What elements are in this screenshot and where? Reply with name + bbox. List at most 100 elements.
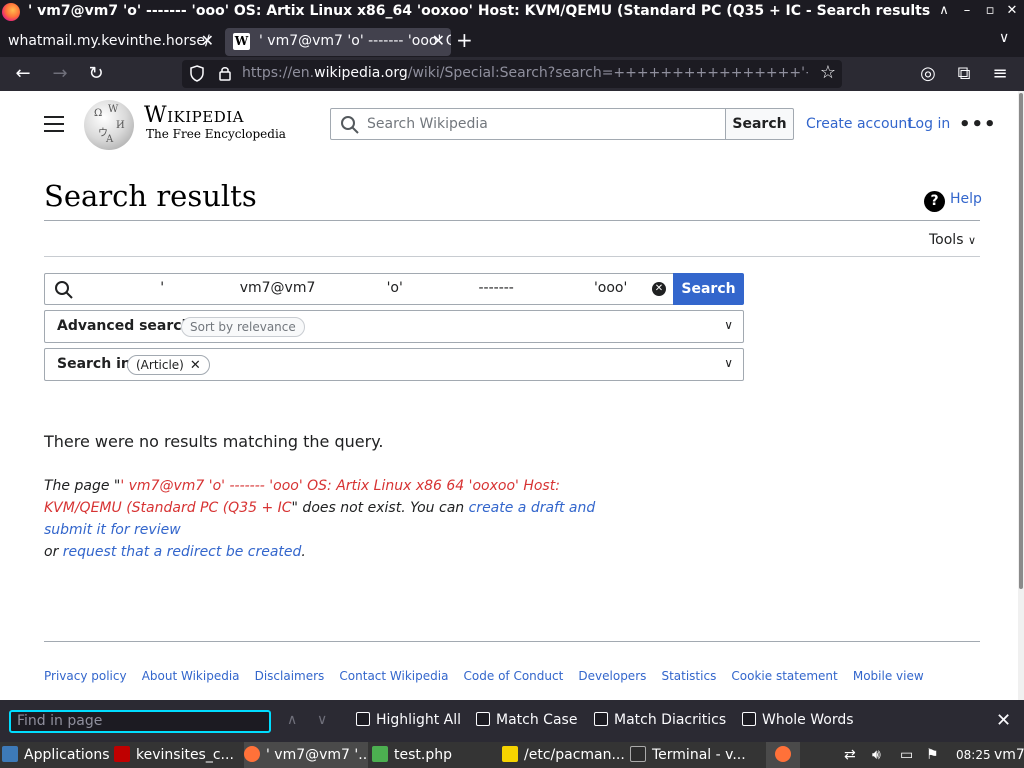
highlight-all-checkbox[interactable]: Highlight All: [356, 712, 461, 728]
search-query-value[interactable]: ' vm7@vm7 'o' ------- 'ooo': [89, 280, 639, 296]
volume-icon[interactable]: 🔊︎: [872, 742, 881, 768]
user-name[interactable]: vm7: [994, 742, 1024, 768]
new-tab-button[interactable]: +: [456, 28, 473, 52]
reload-icon[interactable]: ↻: [85, 63, 107, 85]
close-tab-icon[interactable]: ✕: [432, 28, 445, 54]
find-next-icon[interactable]: ∨: [317, 712, 327, 728]
more-options-icon[interactable]: •••: [959, 114, 997, 135]
back-arrow-icon[interactable]: ←: [12, 63, 34, 85]
footer-link[interactable]: Developers: [578, 669, 646, 683]
checkbox-label: Match Case: [496, 712, 578, 728]
match-case-checkbox[interactable]: Match Case: [476, 712, 577, 728]
url-text[interactable]: https://en.wikipedia.org/wiki/Special:Se…: [242, 65, 808, 81]
search-query-input[interactable]: ' vm7@vm7 'o' ------- 'ooo' ✕: [44, 273, 674, 305]
help-icon[interactable]: ?: [924, 191, 945, 212]
close-window-button[interactable]: ✕: [1003, 2, 1021, 20]
request-redirect-link[interactable]: request that a redirect be created: [63, 544, 302, 560]
footer-link[interactable]: About Wikipedia: [142, 669, 240, 683]
no-results-message: There were no results matching the query…: [44, 432, 384, 451]
footer-link[interactable]: Contact Wikipedia: [339, 669, 448, 683]
scrollbar-thumb[interactable]: [1019, 93, 1023, 589]
chip-label: (Article): [136, 358, 184, 372]
account-icon[interactable]: ◎: [917, 63, 939, 85]
app-menu-hamburger-icon[interactable]: ≡: [989, 63, 1011, 85]
help-link[interactable]: Help: [950, 191, 982, 207]
task-pacman-conf[interactable]: /etc/pacman....: [502, 742, 626, 768]
create-account-link[interactable]: Create account: [806, 116, 913, 132]
tab-label: whatmail.my.kevinthe.horse/: [8, 33, 210, 49]
notifications-bell-icon[interactable]: ⚑: [926, 742, 939, 768]
tab-wikipedia-search[interactable]: W ' vm7@vm7 'o' ------- 'ooo' OS ✕: [225, 28, 451, 56]
chevron-down-icon[interactable]: ∨: [724, 356, 733, 370]
network-icon[interactable]: ⇄: [844, 742, 856, 768]
footer-link[interactable]: Privacy policy: [44, 669, 127, 683]
advanced-search-panel[interactable]: Advanced search: Sort by relevance ∨: [44, 310, 744, 343]
search-icon: [341, 116, 359, 134]
footer-link[interactable]: Code of Conduct: [464, 669, 564, 683]
wikipedia-wordmark[interactable]: Wikipedia: [144, 103, 244, 128]
search-in-label: Search in:: [57, 356, 137, 372]
window-titlebar: ' vm7@vm7 'o' ------- 'ooo' OS: Artix Li…: [0, 0, 1024, 24]
clock[interactable]: 08:25: [956, 742, 991, 768]
find-previous-icon[interactable]: ∧: [287, 712, 297, 728]
sort-by-relevance-chip[interactable]: Sort by relevance: [181, 317, 305, 337]
lock-icon[interactable]: [218, 65, 232, 82]
tools-label: Tools: [929, 232, 964, 248]
list-all-tabs-chevron-icon[interactable]: ∨: [999, 30, 1009, 46]
advanced-search-label: Advanced search:: [57, 318, 198, 334]
terminal-icon: [630, 746, 646, 762]
checkbox-box[interactable]: [742, 712, 756, 726]
checkbox-box[interactable]: [476, 712, 490, 726]
task-terminal[interactable]: Terminal - v...: [630, 742, 754, 768]
footer-link[interactable]: Cookie statement: [731, 669, 837, 683]
applications-menu[interactable]: Applications: [2, 742, 110, 768]
task-test-php[interactable]: test.php: [372, 742, 496, 768]
battery-icon[interactable]: ▭: [900, 742, 913, 768]
firefox-launcher[interactable]: [766, 742, 800, 768]
footer-link[interactable]: Statistics: [661, 669, 716, 683]
footer-divider: [44, 641, 980, 642]
search-in-panel[interactable]: Search in: (Article) ✕ ∨: [44, 348, 744, 381]
minimize-button[interactable]: –: [958, 2, 976, 20]
title-divider: [44, 220, 980, 221]
main-menu-hamburger-icon[interactable]: [44, 116, 64, 132]
article-namespace-chip[interactable]: (Article) ✕: [127, 355, 210, 375]
forward-arrow-icon[interactable]: →: [49, 63, 71, 85]
close-tab-icon[interactable]: ✕: [201, 28, 214, 54]
log-in-link[interactable]: Log in: [908, 116, 950, 132]
task-filezilla[interactable]: kevinsites_c...: [114, 742, 242, 768]
url-bar[interactable]: https://en.wikipedia.org/wiki/Special:Se…: [182, 60, 842, 88]
maximize-chevron-up-icon[interactable]: ∧: [935, 2, 953, 20]
page-does-not-exist-note: The page "' vm7@vm7 'o' ------- 'ooo' OS…: [44, 475, 604, 563]
page-scrollbar[interactable]: [1018, 91, 1024, 700]
task-label: /etc/pacman....: [524, 747, 626, 763]
search-icon: [55, 281, 73, 299]
header-search-input[interactable]: Search Wikipedia: [330, 108, 726, 140]
whole-words-checkbox[interactable]: Whole Words: [742, 712, 854, 728]
clear-query-icon[interactable]: ✕: [652, 282, 666, 296]
footer-link[interactable]: Disclaimers: [255, 669, 325, 683]
wikipedia-globe-logo-icon[interactable]: ΩWИウA: [84, 100, 134, 150]
search-placeholder: Search Wikipedia: [367, 116, 488, 132]
search-submit-button[interactable]: Search: [673, 273, 744, 305]
close-find-bar-icon[interactable]: ✕: [996, 710, 1011, 731]
bookmark-star-icon[interactable]: ☆: [820, 62, 836, 83]
checkbox-box[interactable]: [594, 712, 608, 726]
match-diacritics-checkbox[interactable]: Match Diacritics: [594, 712, 726, 728]
chevron-down-icon[interactable]: ∨: [724, 318, 733, 332]
tools-dropdown[interactable]: Tools ∨: [929, 232, 976, 248]
header-search-button[interactable]: Search: [725, 108, 794, 140]
tracking-protection-shield-icon[interactable]: [189, 65, 205, 82]
filezilla-icon: [114, 746, 130, 762]
window-title: ' vm7@vm7 'o' ------- 'ooo' OS: Artix Li…: [28, 3, 933, 19]
wikipedia-page: ΩWИウA Wikipedia The Free Encyclopedia Se…: [0, 91, 1018, 700]
extensions-puzzle-icon[interactable]: ⧉: [953, 63, 975, 85]
find-input[interactable]: Find in page: [9, 710, 271, 733]
navigation-toolbar: ← → ↻ https://en.wikipedia.org/wiki/Spec…: [0, 57, 1024, 91]
footer-link[interactable]: Mobile view: [853, 669, 924, 683]
tab-whatmail[interactable]: whatmail.my.kevinthe.horse/ ✕: [0, 28, 222, 56]
remove-chip-icon[interactable]: ✕: [190, 358, 201, 373]
checkbox-box[interactable]: [356, 712, 370, 726]
task-firefox[interactable]: ' vm7@vm7 '...: [244, 742, 368, 768]
restore-button[interactable]: ▫: [981, 2, 999, 20]
